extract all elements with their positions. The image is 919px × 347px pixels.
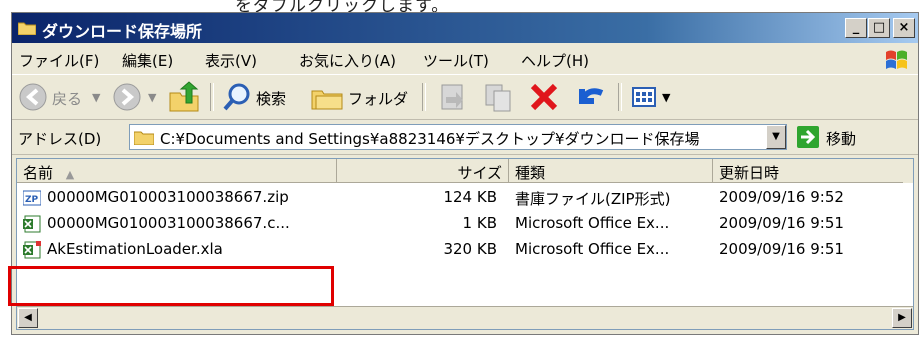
list-item[interactable]: ZP 00000MG010003100038667.zip 124 KB 書庫フ… — [17, 185, 913, 211]
views-dropdown-icon[interactable]: ▼ — [662, 91, 670, 104]
menu-favorites[interactable]: お気に入り(A) — [299, 50, 396, 71]
back-dropdown-icon[interactable]: ▼ — [92, 91, 100, 104]
search-icon[interactable] — [222, 81, 252, 113]
back-arrow-icon[interactable] — [18, 81, 48, 113]
file-name: 00000MG010003100038667.zip — [47, 188, 289, 206]
address-dropdown-icon[interactable]: ▼ — [766, 125, 786, 149]
list-item[interactable]: AkEstimationLoader.xla 320 KB Microsoft … — [17, 237, 913, 263]
address-label: アドレス(D) — [18, 130, 102, 148]
file-date: 2009/09/16 9:52 — [719, 188, 844, 206]
folder-icon — [18, 22, 36, 35]
instruction-caption: をダブルクリックします。 — [235, 0, 450, 16]
column-header-date[interactable]: 更新日時 — [713, 159, 903, 183]
menu-view[interactable]: 表示(V) — [205, 50, 257, 71]
column-header-size[interactable]: サイズ — [337, 159, 509, 183]
toolbar-separator — [618, 83, 622, 111]
up-folder-icon[interactable] — [168, 81, 200, 113]
file-size: 124 KB — [443, 188, 497, 206]
minimize-button[interactable]: _ — [845, 18, 867, 38]
file-name: 00000MG010003100038667.c... — [47, 214, 290, 232]
scroll-right-icon[interactable]: ▶ — [892, 308, 912, 328]
delete-icon[interactable] — [528, 81, 560, 113]
column-header-type[interactable]: 種類 — [509, 159, 713, 183]
excel-csv-icon — [23, 215, 41, 233]
folders-button-label[interactable]: フォルダ — [348, 88, 408, 109]
zip-file-icon: ZP — [23, 190, 41, 206]
excel-addin-icon — [23, 241, 41, 259]
address-input[interactable]: C:¥Documents and Settings¥a8823146¥デスクトッ… — [129, 124, 787, 150]
views-icon[interactable] — [630, 81, 660, 113]
menu-help[interactable]: ヘルプ(H) — [521, 50, 589, 71]
folders-icon[interactable] — [310, 81, 344, 113]
address-value[interactable]: C:¥Documents and Settings¥a8823146¥デスクトッ… — [160, 128, 756, 149]
forward-arrow-icon[interactable] — [112, 81, 142, 113]
address-bar: アドレス(D) C:¥Documents and Settings¥a88231… — [12, 120, 918, 155]
close-button[interactable]: × — [893, 18, 915, 38]
column-header-name[interactable]: 名前 ▲ — [17, 159, 337, 183]
toolbar-separator — [210, 83, 214, 111]
window-title: ダウンロード保存場所 — [42, 22, 203, 41]
folder-icon — [134, 131, 154, 145]
highlight-box — [8, 266, 334, 306]
menu-edit[interactable]: 編集(E) — [122, 50, 173, 71]
move-to-icon[interactable] — [436, 81, 468, 113]
go-button-label[interactable]: 移動 — [826, 128, 856, 149]
list-header: 名前 ▲ サイズ 種類 更新日時 — [17, 159, 913, 183]
forward-dropdown-icon[interactable]: ▼ — [148, 91, 156, 104]
windows-flag-icon — [886, 50, 907, 69]
menu-file[interactable]: ファイル(F) — [19, 50, 99, 71]
standard-toolbar: 戻る ▼ ▼ 検索 フォルダ ▼ — [12, 75, 918, 120]
file-type: Microsoft Office Ex... — [515, 240, 670, 258]
undo-icon[interactable] — [574, 81, 606, 113]
scroll-left-icon[interactable]: ◀ — [18, 308, 38, 328]
search-button-label[interactable]: 検索 — [256, 88, 286, 109]
toolbar-separator — [422, 83, 426, 111]
sort-ascending-icon: ▲ — [65, 168, 75, 181]
go-arrow-icon[interactable] — [797, 126, 819, 148]
file-date: 2009/09/16 9:51 — [719, 214, 844, 232]
maximize-button[interactable]: □ — [868, 18, 890, 38]
title-bar[interactable]: ダウンロード保存場所 _ □ × — [12, 13, 918, 43]
menu-tools[interactable]: ツール(T) — [423, 50, 489, 71]
file-type: 書庫ファイル(ZIP形式) — [515, 190, 671, 208]
file-type: Microsoft Office Ex... — [515, 214, 670, 232]
file-size: 1 KB — [462, 214, 497, 232]
file-date: 2009/09/16 9:51 — [719, 240, 844, 258]
svg-text:ZP: ZP — [25, 195, 39, 205]
back-button-label[interactable]: 戻る — [52, 88, 82, 109]
horizontal-scrollbar[interactable]: ◀ ▶ — [17, 306, 913, 329]
file-name: AkEstimationLoader.xla — [47, 240, 223, 258]
copy-to-icon[interactable] — [482, 81, 514, 113]
file-size: 320 KB — [443, 240, 497, 258]
menu-bar: ファイル(F) 編集(E) 表示(V) お気に入り(A) ツール(T) ヘルプ(… — [12, 44, 918, 75]
list-item[interactable]: 00000MG010003100038667.c... 1 KB Microso… — [17, 211, 913, 237]
